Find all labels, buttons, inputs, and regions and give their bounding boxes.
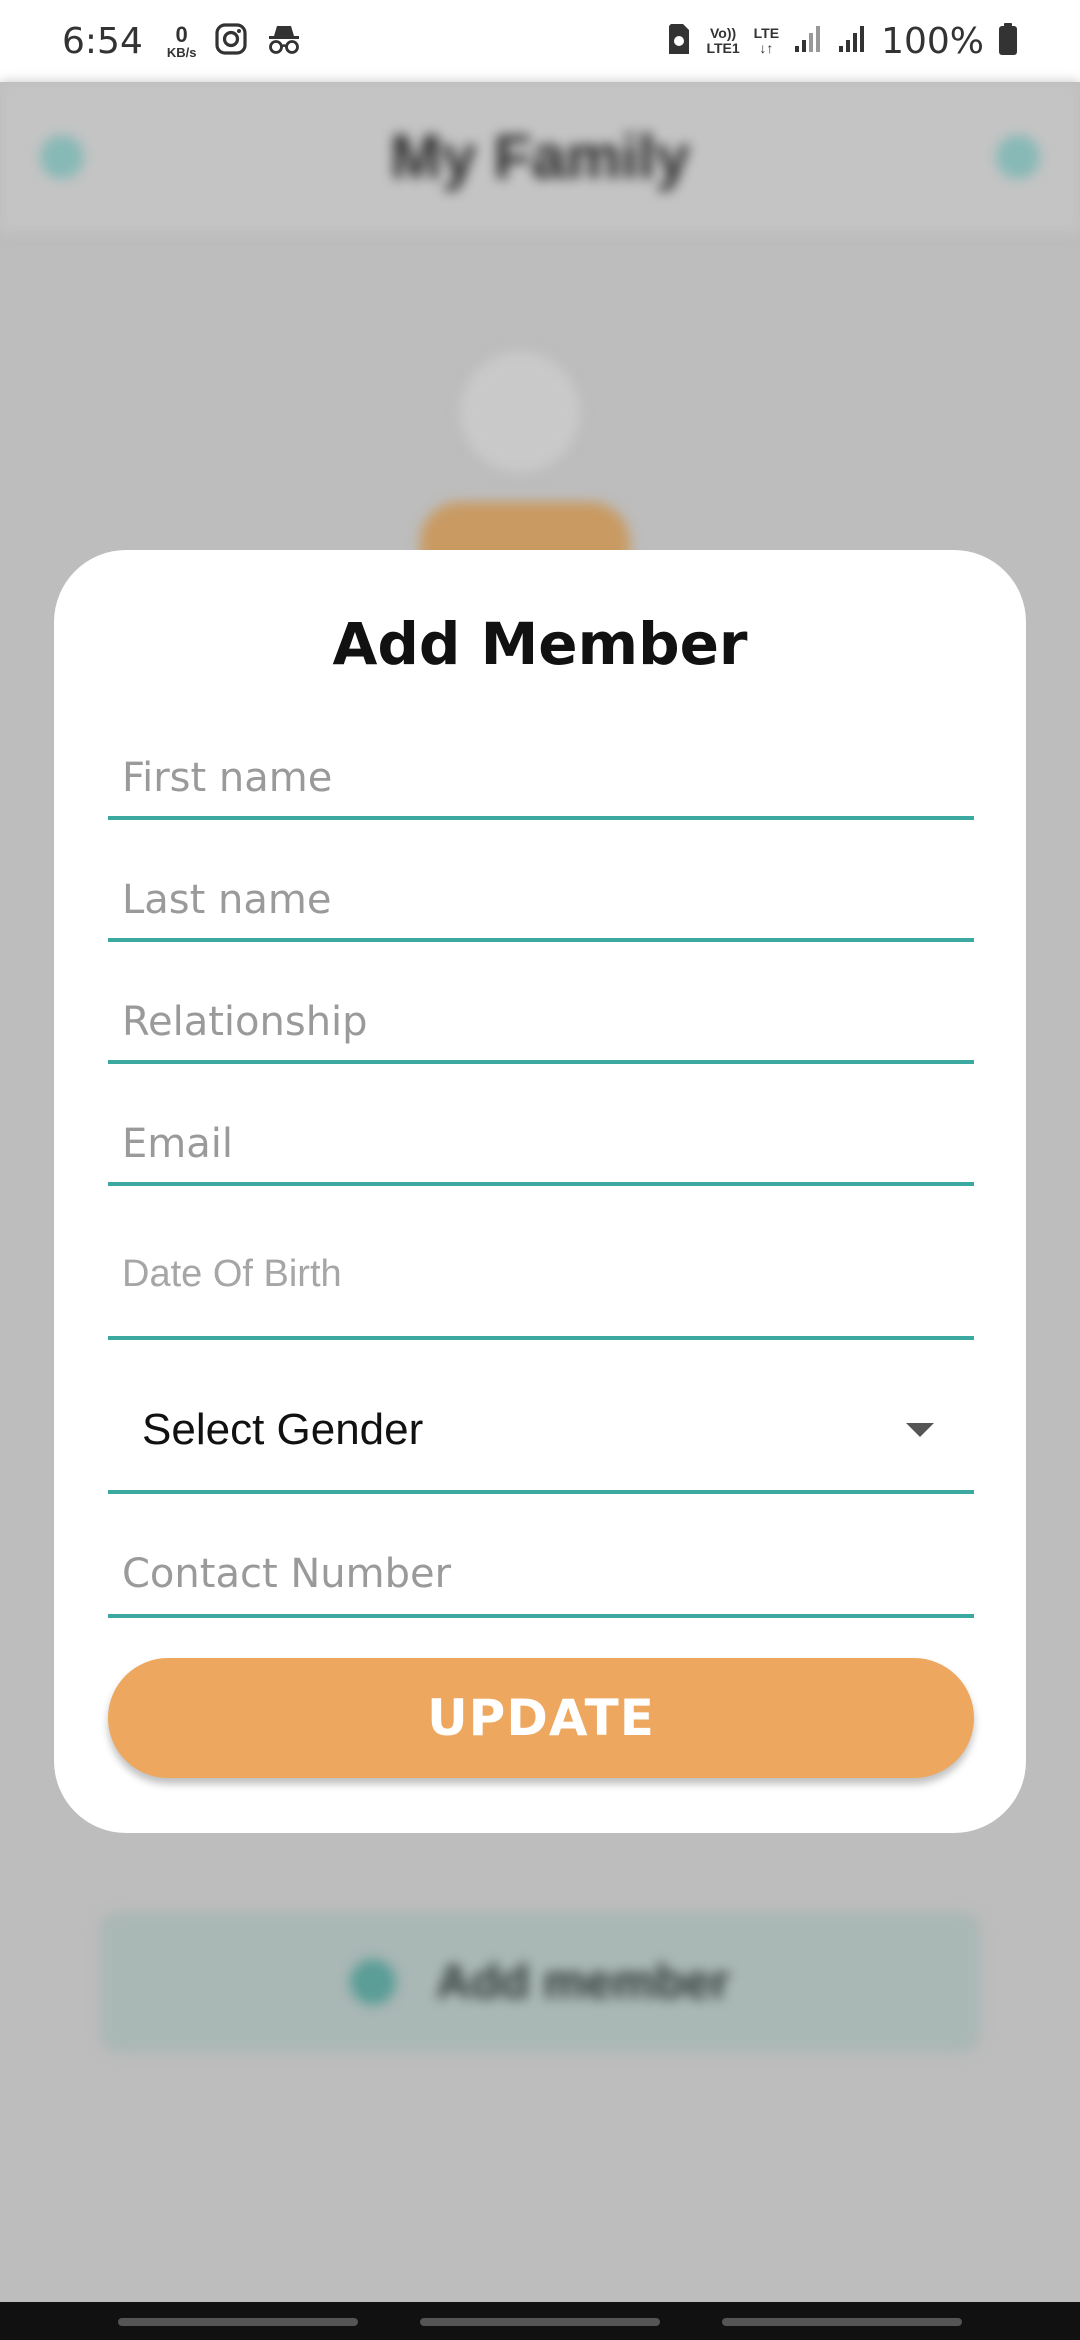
contact-number-field xyxy=(108,1534,974,1618)
gender-select[interactable]: Select Gender xyxy=(108,1370,974,1494)
status-bar: 6:54 0 KB/s Vo)) LTE1 LTE ↓↑ 100% xyxy=(0,0,1080,82)
lte-label: LTE xyxy=(753,25,780,42)
lte-indicator: LTE ↓↑ xyxy=(754,26,779,55)
dialog-title: Add Member xyxy=(332,610,748,678)
battery-icon xyxy=(998,22,1018,61)
email-input[interactable] xyxy=(108,1106,974,1182)
back-icon xyxy=(40,135,84,179)
status-right-group: Vo)) LTE1 LTE ↓↑ 100% xyxy=(666,21,1018,62)
dropdown-arrow-icon xyxy=(906,1423,934,1437)
profile-icon xyxy=(996,135,1040,179)
volte-indicator: Vo)) LTE1 xyxy=(706,26,739,55)
battery-percent: 100% xyxy=(881,20,984,62)
nav-back-handle[interactable] xyxy=(722,2318,962,2326)
status-left-group: 6:54 0 KB/s xyxy=(62,21,302,62)
dob-field xyxy=(108,1212,974,1340)
signal-icon xyxy=(793,24,823,59)
add-member-dialog: Add Member Select Gender UPDATE xyxy=(54,550,1026,1833)
email-field xyxy=(108,1106,974,1186)
add-icon xyxy=(350,1959,397,2005)
volte-label: Vo)) xyxy=(709,25,737,42)
background-header: My Family xyxy=(0,82,1080,232)
update-button[interactable]: UPDATE xyxy=(108,1658,974,1778)
network-speed-unit: KB/s xyxy=(166,44,197,60)
gender-select-value: Select Gender xyxy=(142,1405,424,1454)
data-arrows-icon: ↓↑ xyxy=(759,40,774,56)
relationship-field xyxy=(108,984,974,1064)
first-name-field xyxy=(108,740,974,820)
contact-number-input[interactable] xyxy=(108,1534,974,1614)
background-title: My Family xyxy=(390,122,690,192)
dob-input[interactable] xyxy=(108,1212,974,1336)
status-time: 6:54 xyxy=(62,20,143,62)
last-name-field xyxy=(108,862,974,942)
signal-icon xyxy=(837,24,867,59)
lte1-label: LTE1 xyxy=(706,40,740,56)
incognito-icon xyxy=(266,22,302,61)
sim-icon xyxy=(666,22,692,61)
system-nav-bar xyxy=(0,2302,1080,2340)
nav-home-handle[interactable] xyxy=(420,2318,660,2326)
relationship-input[interactable] xyxy=(108,984,974,1060)
background-add-member-bar: Add member xyxy=(100,1912,980,2052)
network-speed-value: 0 xyxy=(175,21,188,47)
instagram-icon xyxy=(214,22,248,61)
network-speed: 0 KB/s xyxy=(166,21,197,60)
background-avatar xyxy=(460,352,580,472)
first-name-input[interactable] xyxy=(108,740,974,816)
nav-recents-handle[interactable] xyxy=(118,2318,358,2326)
last-name-input[interactable] xyxy=(108,862,974,938)
background-add-label: Add member xyxy=(436,1955,730,2009)
